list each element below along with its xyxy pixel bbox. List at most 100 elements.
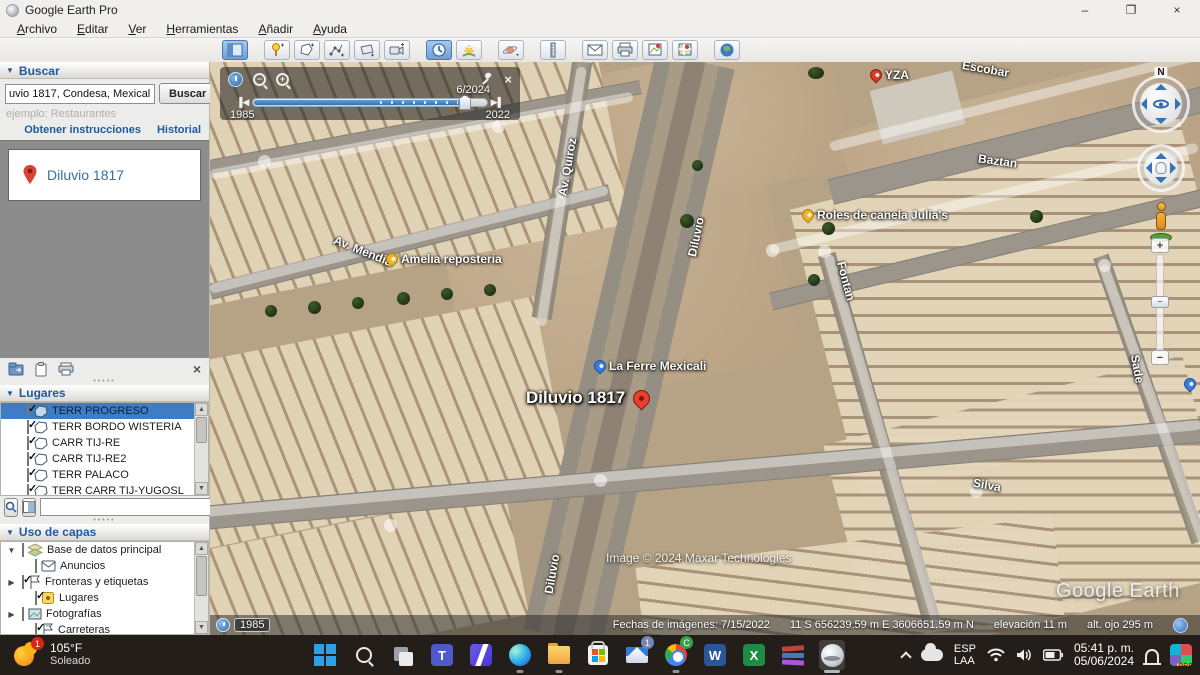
restore-button[interactable]: ❐ [1108,0,1154,20]
place-checkbox[interactable] [27,420,29,434]
place-item[interactable]: TERR PALACO [1,467,208,483]
place-checkbox[interactable] [27,484,29,496]
skip-end-icon[interactable]: ▶▌ [491,97,504,108]
chrome-app-button[interactable]: C [663,640,689,670]
zoom-out-button[interactable]: − [1151,350,1169,365]
look-joystick[interactable]: N [1132,75,1190,133]
record-tour-button[interactable] [384,40,410,60]
poi-roles-de-canela[interactable]: Roles de canela Julia's [802,208,948,222]
layer-item[interactable]: Lugares [1,590,208,606]
store-app-button[interactable] [585,640,611,670]
move-left-icon[interactable] [1146,162,1152,174]
toggle-panel-button[interactable] [22,498,36,517]
search-places-button[interactable] [4,498,18,517]
scroll-up-icon[interactable]: ▲ [195,403,208,416]
menu-archivo[interactable]: Archivo [8,21,66,37]
taskbar-weather-widget[interactable]: 1 105°F Soleado [12,640,90,670]
time-zoom-in-icon[interactable]: + [276,73,289,86]
menu-editar[interactable]: Editar [68,21,117,37]
time-slider-handle[interactable] [459,95,471,110]
skip-start-icon[interactable]: ▐◀ [236,97,249,108]
look-up-icon[interactable] [1155,84,1167,90]
clock-widget[interactable]: 05:41 p. m. 05/06/2024 [1074,642,1134,668]
placemark-diluvio-1817[interactable]: Diluvio 1817 [526,388,650,408]
scroll-down-icon[interactable]: ▼ [195,621,208,634]
zoom-slider-handle[interactable]: − [1151,296,1169,308]
expand-icon[interactable]: ▶ [5,578,18,587]
poi-amelia-reposteria[interactable]: Amelia reposteria [386,252,502,266]
layer-checkbox[interactable] [22,543,24,557]
scroll-up-icon[interactable]: ▲ [195,542,208,555]
copy-icon[interactable] [35,362,48,377]
history-link[interactable]: Historial [157,124,201,136]
close-button[interactable]: × [1154,0,1200,20]
tray-overflow-icon[interactable] [900,651,911,662]
wifi-icon[interactable] [987,648,1005,662]
layer-checkbox[interactable] [22,607,24,621]
planets-button[interactable] [498,40,524,60]
add-image-overlay-button[interactable] [354,40,380,60]
add-placemark-button[interactable] [264,40,290,60]
place-item[interactable]: TERR CARR TIJ-YUGOSL [1,483,208,496]
move-right-icon[interactable] [1170,162,1176,174]
file-explorer-button[interactable] [546,640,572,670]
layer-checkbox[interactable] [35,559,37,573]
copilot-preview-icon[interactable]: PRE [1170,644,1192,666]
expand-icon[interactable]: ▶ [5,610,18,619]
poi-la-ferre-mexicali[interactable]: La Ferre Mexicali [594,359,706,373]
place-item[interactable]: TERR BORDO WISTERIA [1,419,208,435]
historical-imagery-button[interactable] [426,40,452,60]
street-view-pegman[interactable] [1150,202,1172,242]
search-button[interactable]: Buscar [159,83,216,104]
layer-item[interactable]: ▼ Base de datos principal [1,542,208,558]
map-viewport[interactable]: Escobar Baztan Av. Quiroz Av. Mendia Dil… [210,62,1200,635]
place-checkbox[interactable] [27,452,29,466]
places-filter-input[interactable] [40,498,219,516]
time-slider-close-icon[interactable]: × [504,72,512,87]
save-image-button[interactable] [642,40,668,60]
scroll-down-icon[interactable]: ▼ [195,482,208,495]
sunlight-button[interactable] [456,40,482,60]
search-result-item[interactable]: Diluvio 1817 [8,149,201,201]
excel-app-button[interactable]: X [741,640,767,670]
task-view-button[interactable] [390,640,416,670]
language-indicator[interactable]: ESP LAA [954,643,976,667]
places-scrollbar[interactable]: ▲ ▼ [194,403,208,495]
start-button[interactable] [312,640,338,670]
place-checkbox[interactable] [27,404,29,418]
compass-north-label[interactable]: N [1154,67,1167,78]
move-joystick[interactable] [1137,144,1185,192]
place-item[interactable]: CARR TIJ-RE [1,435,208,451]
volume-icon[interactable] [1016,648,1032,662]
layer-item[interactable]: Anuncios [1,558,208,574]
menu-anadir[interactable]: Añadir [249,21,302,37]
look-left-icon[interactable] [1141,98,1147,110]
imagery-year-badge[interactable]: 1985 [216,618,270,632]
search-section-header[interactable]: ▼ Buscar [0,62,209,79]
print-button[interactable] [612,40,638,60]
places-section-header[interactable]: ▼ Lugares [0,385,209,402]
ruler-button[interactable] [540,40,566,60]
search-input[interactable] [5,84,155,104]
mail-app-button[interactable]: 1 [624,640,650,670]
zoom-track[interactable] [1156,254,1164,362]
minimize-button[interactable]: – [1062,0,1108,20]
zoom-in-button[interactable]: + [1151,238,1169,253]
add-folder-icon[interactable] [8,362,25,376]
move-down-icon[interactable] [1155,177,1167,183]
teams-app-button[interactable]: T [429,640,455,670]
edge-app-button[interactable] [507,640,533,670]
taskbar-search-button[interactable] [351,640,377,670]
notifications-icon[interactable] [1145,649,1159,663]
move-up-icon[interactable] [1155,153,1167,159]
winrar-app-button[interactable] [780,640,806,670]
print-results-icon[interactable] [58,362,74,376]
earth-view-button[interactable] [714,40,740,60]
layers-scrollbar[interactable]: ▲ ▼ [194,542,208,634]
add-path-button[interactable] [324,40,350,60]
layer-item[interactable]: ▶ Fotografías [1,606,208,622]
layer-checkbox[interactable] [35,591,37,605]
m365-app-button[interactable] [468,640,494,670]
layer-item[interactable]: ▶ Fronteras y etiquetas [1,574,208,590]
menu-ayuda[interactable]: Ayuda [304,21,356,37]
